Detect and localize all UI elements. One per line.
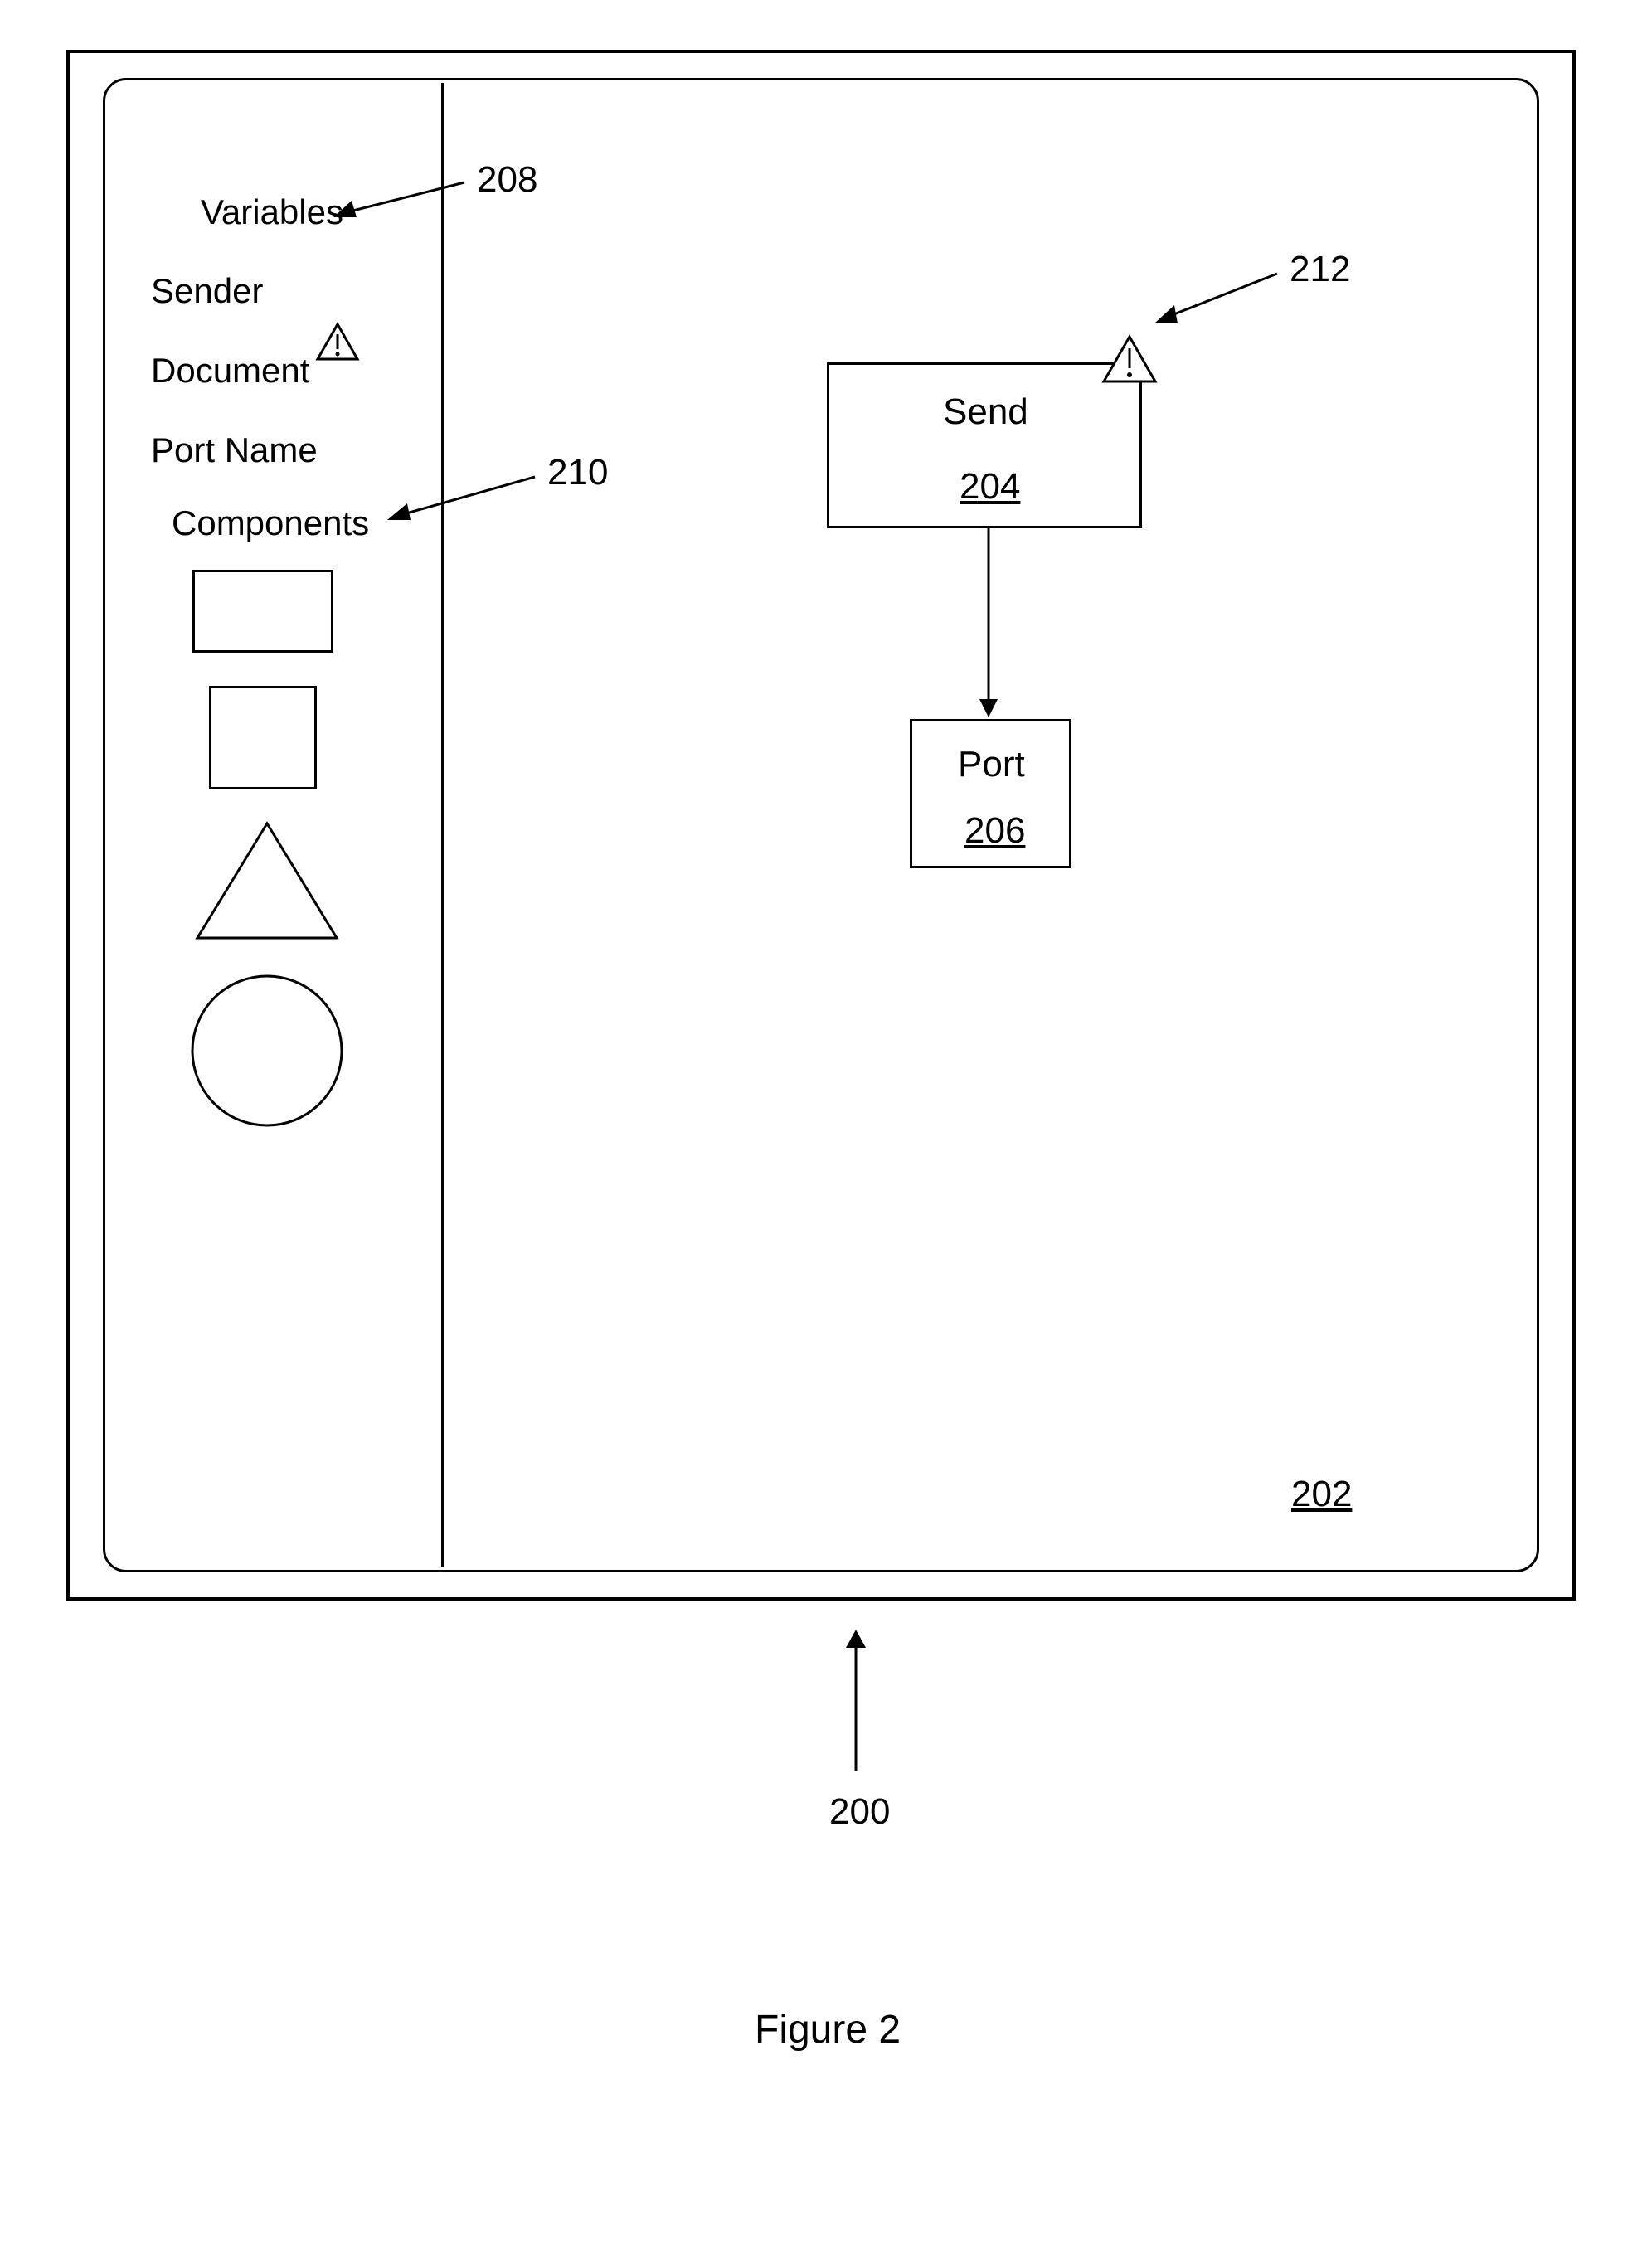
variable-sender[interactable]: Sender: [151, 271, 263, 311]
component-rectangle[interactable]: [192, 570, 333, 653]
send-node-ref: 204: [960, 466, 1020, 508]
callout-212: 212: [1290, 249, 1350, 290]
port-node-label: Port: [958, 744, 1025, 785]
figure-page: Variables Sender Document Port Name Comp…: [0, 0, 1652, 2259]
variable-port-name[interactable]: Port Name: [151, 430, 318, 470]
component-circle[interactable]: [188, 972, 346, 1130]
component-square[interactable]: [209, 686, 317, 789]
sidebar-divider: [441, 83, 444, 1567]
variable-document[interactable]: Document: [151, 351, 309, 391]
components-header: Components: [172, 503, 369, 543]
connector-arrow: [976, 528, 1001, 719]
send-node-label: Send: [943, 391, 1028, 433]
callout-208: 208: [477, 159, 537, 201]
canvas-ref: 202: [1291, 1474, 1352, 1515]
figure-caption: Figure 2: [755, 2007, 901, 2053]
port-node-ref: 206: [964, 810, 1025, 852]
callout-arrow: [386, 469, 543, 527]
app-panel: Variables Sender Document Port Name Comp…: [103, 78, 1539, 1572]
warning-icon: [1101, 333, 1159, 385]
callout-arrow: [839, 1630, 872, 1779]
callout-arrow: [332, 174, 473, 224]
variables-header: Variables: [201, 192, 343, 232]
callout-210: 210: [547, 452, 608, 493]
component-triangle[interactable]: [192, 819, 342, 943]
callout-arrow: [1153, 265, 1285, 332]
warning-icon: [314, 321, 361, 362]
callout-200: 200: [829, 1791, 890, 1833]
